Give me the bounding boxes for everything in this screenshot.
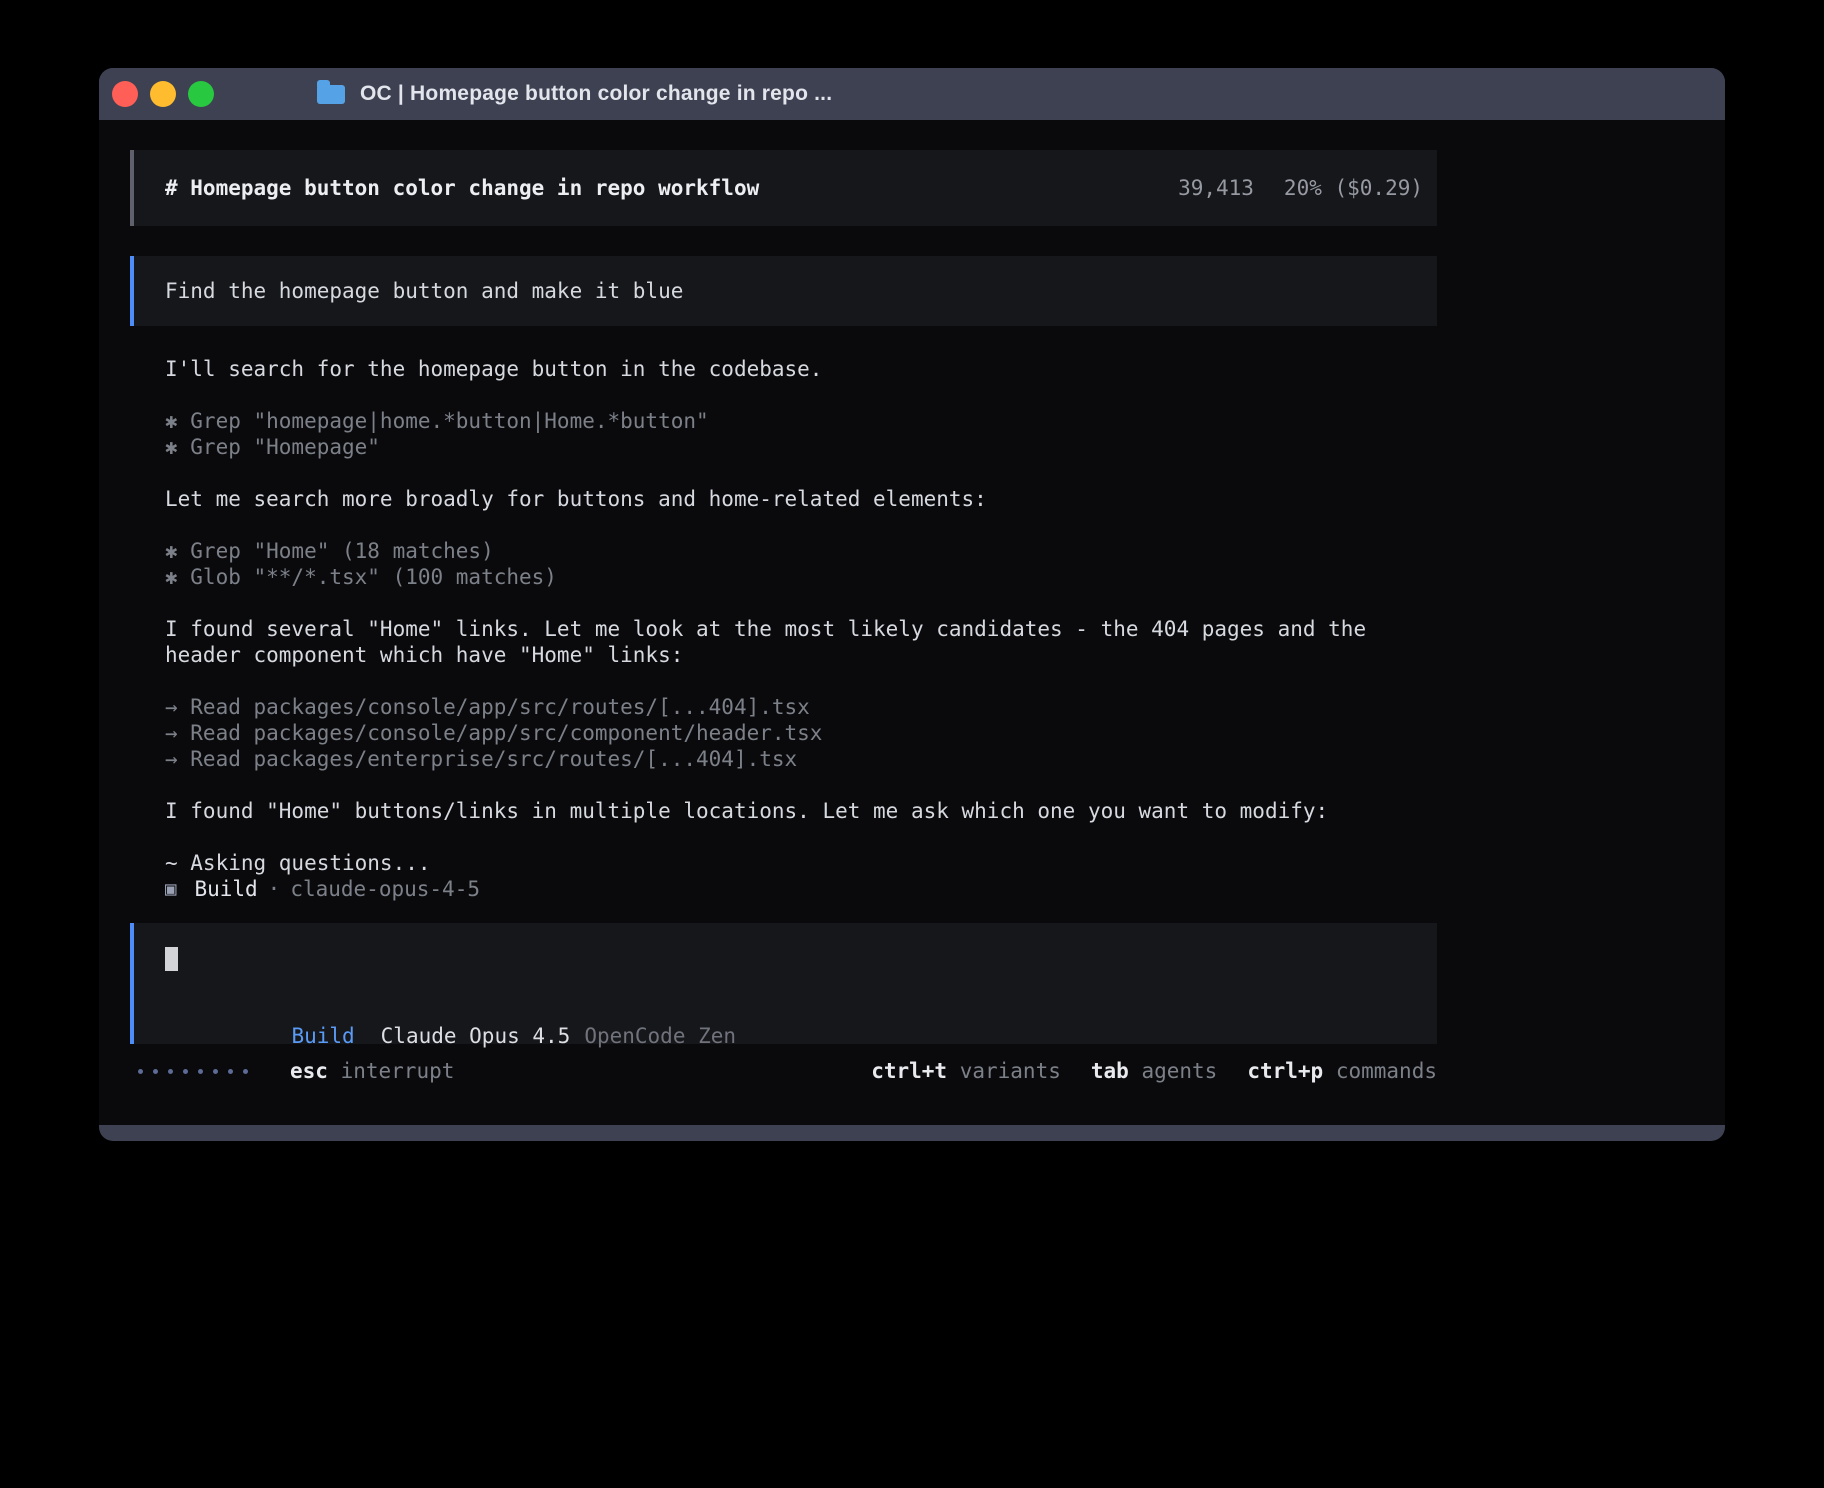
- minimize-window-button[interactable]: [150, 81, 176, 107]
- asking-questions-line: ~ Asking questions...: [165, 850, 1437, 876]
- prompt-input[interactable]: BuildClaude Opus 4.5OpenCode Zen: [130, 923, 1437, 1044]
- assistant-text-line: I'll search for the homepage button in t…: [165, 356, 1437, 382]
- folder-icon: [317, 85, 345, 104]
- status-bar-right: ctrl+t variants tab agents ctrl+p comman…: [871, 1058, 1437, 1084]
- assistant-status: ~ Asking questions...: [165, 850, 1437, 876]
- session-title: # Homepage button color change in repo w…: [165, 175, 759, 201]
- zoom-window-button[interactable]: [188, 81, 214, 107]
- variants-hint: ctrl+t variants: [871, 1058, 1061, 1084]
- terminal-window: OC | Homepage button color change in rep…: [99, 68, 1725, 1141]
- glob-tool-line: ✱ Glob "**/*.tsx" (100 matches): [165, 564, 1437, 590]
- read-tool-line: → Read packages/console/app/src/componen…: [165, 720, 1437, 746]
- assistant-text-line: header component which have "Home" links…: [165, 642, 1437, 668]
- model-label: Claude Opus 4.5: [381, 1024, 571, 1048]
- assistant-text-line: Let me search more broadly for buttons a…: [165, 486, 1437, 512]
- window-title: OC | Homepage button color change in rep…: [360, 82, 832, 106]
- status-bar: esc interrupt ctrl+t variants tab agents…: [130, 1058, 1437, 1084]
- tool-call-group: ✱ Grep "homepage|home.*button|Home.*butt…: [165, 408, 1437, 460]
- user-message-text: Find the homepage button and make it blu…: [165, 279, 683, 303]
- status-bar-left: esc interrupt: [130, 1058, 454, 1084]
- agent-icon: ▣: [165, 876, 176, 902]
- assistant-text-line: I found "Home" buttons/links in multiple…: [165, 798, 1437, 824]
- agent-status-line: ▣ Build · claude-opus-4-5: [165, 876, 1437, 902]
- input-meta: BuildClaude Opus 4.5OpenCode Zen: [165, 997, 1423, 1023]
- traffic-lights: [99, 81, 214, 107]
- grep-tool-line: ✱ Grep "Homepage": [165, 434, 1437, 460]
- progress-spinner: [138, 1069, 248, 1074]
- terminal-content: # Homepage button color change in repo w…: [99, 120, 1725, 1125]
- interrupt-key: esc: [290, 1059, 328, 1083]
- commands-hint: ctrl+p commands: [1247, 1058, 1437, 1084]
- agent-model: claude-opus-4-5: [290, 876, 480, 902]
- session-stats: 39,413 20% ($0.29): [1178, 175, 1423, 201]
- interrupt-label: [328, 1059, 341, 1083]
- assistant-message: I found several "Home" links. Let me loo…: [165, 616, 1437, 668]
- assistant-text-line: I found several "Home" links. Let me loo…: [165, 616, 1437, 642]
- read-tool-line: → Read packages/console/app/src/routes/[…: [165, 694, 1437, 720]
- provider-label: OpenCode Zen: [584, 1024, 736, 1048]
- tool-call-group: ✱ Grep "Home" (18 matches) ✱ Glob "**/*.…: [165, 538, 1437, 590]
- tool-call-group: → Read packages/console/app/src/routes/[…: [165, 694, 1437, 772]
- close-window-button[interactable]: [112, 81, 138, 107]
- assistant-message: I'll search for the homepage button in t…: [165, 356, 1437, 382]
- agent-separator: ·: [268, 876, 281, 902]
- token-count: 39,413: [1178, 176, 1254, 200]
- window-titlebar[interactable]: OC | Homepage button color change in rep…: [99, 68, 1725, 120]
- assistant-message: I found "Home" buttons/links in multiple…: [165, 798, 1437, 824]
- agent-name: Build: [194, 876, 257, 902]
- assistant-message: Let me search more broadly for buttons a…: [165, 486, 1437, 512]
- read-tool-line: → Read packages/enterprise/src/routes/[.…: [165, 746, 1437, 772]
- input-line: [165, 947, 1423, 977]
- user-message: Find the homepage button and make it blu…: [130, 256, 1437, 326]
- text-cursor: [165, 947, 178, 971]
- agents-hint: tab agents: [1091, 1058, 1217, 1084]
- mode-label: Build: [291, 1024, 354, 1048]
- interrupt-hint: esc interrupt: [290, 1058, 454, 1084]
- session-header: # Homepage button color change in repo w…: [130, 150, 1437, 226]
- assistant-transcript: I'll search for the homepage button in t…: [165, 356, 1437, 876]
- grep-tool-line: ✱ Grep "homepage|home.*button|Home.*butt…: [165, 408, 1437, 434]
- context-usage: 20% ($0.29): [1284, 176, 1423, 200]
- grep-tool-line: ✱ Grep "Home" (18 matches): [165, 538, 1437, 564]
